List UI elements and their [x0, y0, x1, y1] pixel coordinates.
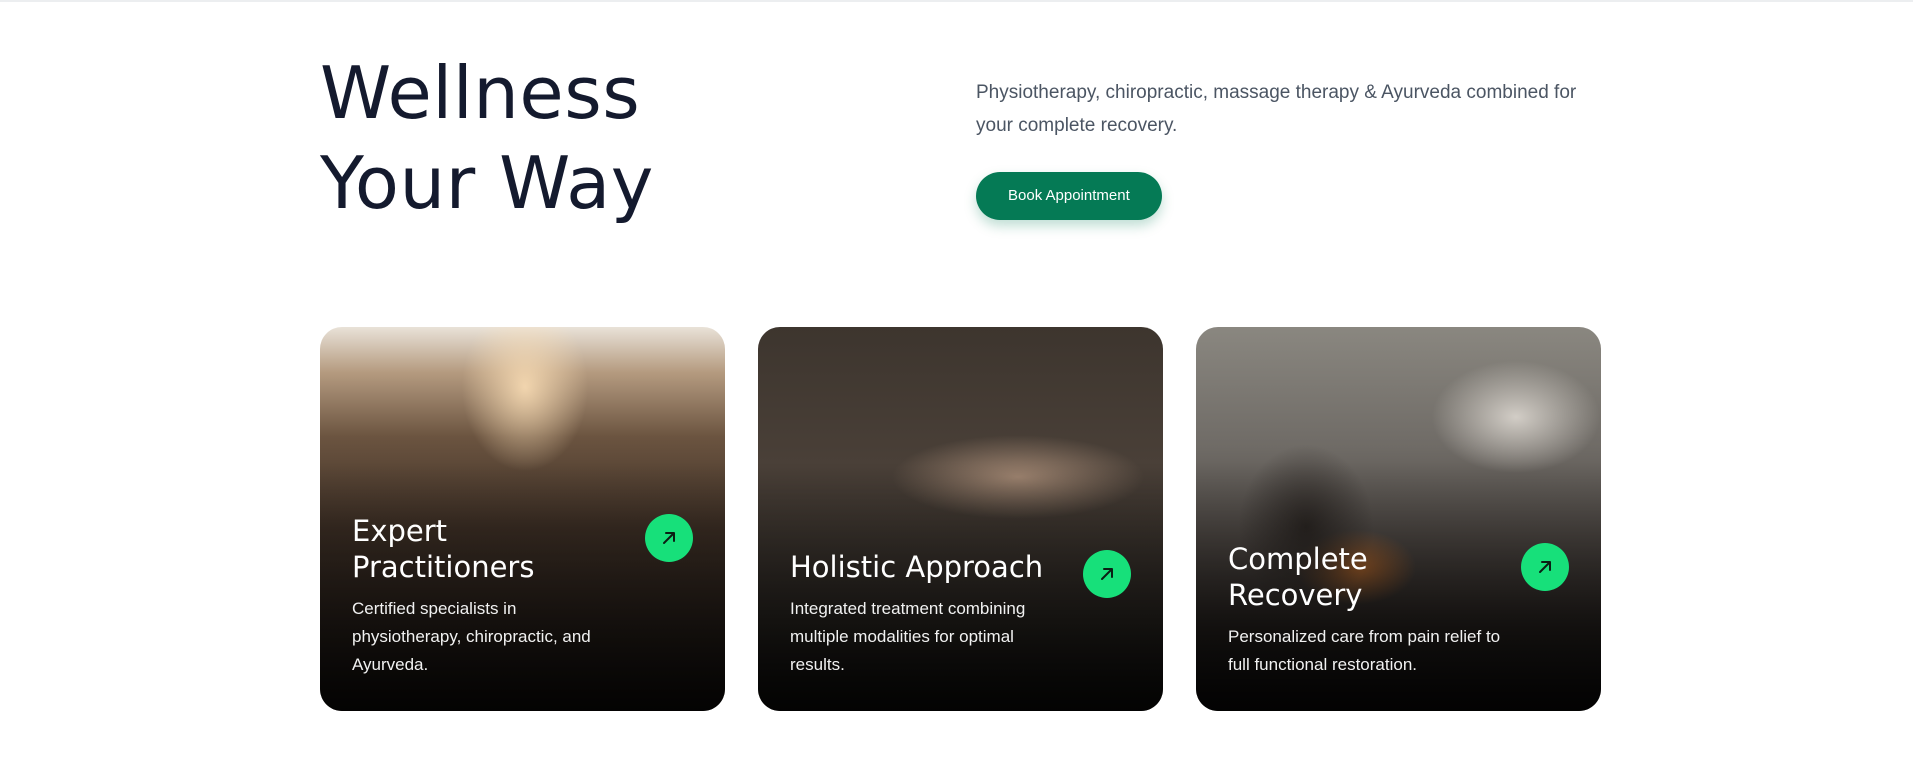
card-content: Expert Practitioners Certified specialis… — [352, 513, 693, 679]
top-divider — [0, 0, 1913, 2]
card-description: Integrated treatment combining multiple … — [790, 599, 1026, 674]
card-title-line-2: Recovery — [1228, 578, 1363, 612]
hero-intro: Physiotherapy, chiropractic, massage the… — [976, 76, 1616, 220]
card-title: Complete Recovery — [1228, 541, 1569, 613]
card-description: Certified specialists in physiotherapy, … — [352, 599, 591, 674]
card-title-line-1: Complete — [1228, 542, 1368, 576]
hero-section: Wellness Your Way Physiotherapy, chiropr… — [320, 40, 1602, 240]
card-content: Holistic Approach Integrated treatment c… — [790, 549, 1131, 679]
card-holistic-approach[interactable]: Holistic Approach Integrated treatment c… — [758, 327, 1163, 711]
hero-title-line-2: Your Way — [320, 141, 654, 225]
card-expert-practitioners[interactable]: Expert Practitioners Certified specialis… — [320, 327, 725, 711]
card-content: Complete Recovery Personalized care from… — [1228, 541, 1569, 679]
card-complete-recovery[interactable]: Complete Recovery Personalized care from… — [1196, 327, 1601, 711]
card-title: Holistic Approach — [790, 550, 1044, 584]
feature-cards: Expert Practitioners Certified specialis… — [320, 327, 1602, 711]
hero-title: Wellness Your Way — [320, 48, 654, 228]
hero-description: Physiotherapy, chiropractic, massage the… — [976, 82, 1577, 136]
hero-title-line-1: Wellness — [320, 51, 641, 135]
card-title-line-2: Practitioners — [352, 550, 535, 584]
book-appointment-button[interactable]: Book Appointment — [976, 172, 1162, 220]
card-title-line-1: Expert — [352, 514, 448, 548]
card-description: Personalized care from pain relief to fu… — [1228, 627, 1501, 674]
card-title: Expert Practitioners — [352, 513, 693, 585]
